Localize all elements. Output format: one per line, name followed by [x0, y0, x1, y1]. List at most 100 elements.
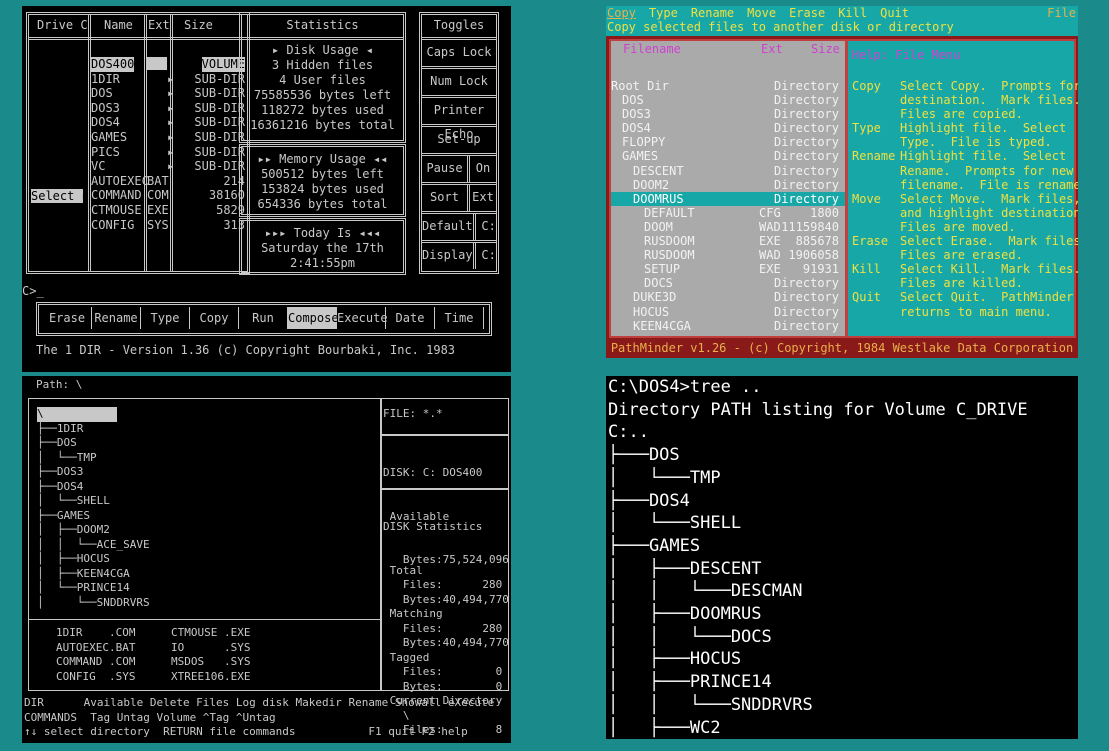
tree-row[interactable]: DEFAULT CFG 1800 — [611, 206, 845, 220]
output-line: C:.. — [608, 422, 649, 443]
file-entry[interactable]: AUTOEXEC.BAT — [56, 641, 135, 656]
help-key: Erase — [852, 234, 889, 249]
file-entry[interactable]: 1DIR .COM — [56, 626, 135, 641]
menu-rename[interactable]: Rename — [691, 6, 734, 21]
file-size: SUB-DIR — [194, 129, 245, 144]
tree-node[interactable]: ├──DOS3 — [37, 465, 150, 480]
cmd-erase-button[interactable]: Erase — [43, 307, 92, 329]
tree-size: 1800 — [810, 205, 839, 220]
tree-row[interactable]: DOS4 Directory — [611, 121, 845, 135]
cmd-execute-button[interactable]: Execute — [337, 307, 388, 329]
cmd-type-button[interactable]: Type — [141, 307, 190, 329]
menu-quit[interactable]: Quit — [880, 6, 909, 21]
tree-node[interactable]: │ └──SNDDRVRS — [37, 596, 150, 611]
tree-node[interactable]: │ ├──HOCUS — [37, 552, 150, 567]
select-button[interactable]: Select ▸ — [31, 189, 89, 203]
file-row[interactable]: ▸ GAMES SUB-DIR — [91, 130, 249, 145]
memory-usage-title: ▸▸ Memory Usage ◂◂ — [257, 152, 388, 166]
cmd-rename-button[interactable]: Rename — [92, 307, 141, 329]
toggle-ext-value[interactable]: Ext — [467, 185, 496, 211]
help-line: Files are copied. — [852, 107, 1072, 121]
file-entry[interactable]: CONFIG .SYS — [56, 670, 135, 685]
memory-usage-box: ▸▸ Memory Usage ◂◂ 500512 bytes left 153… — [239, 144, 406, 217]
toggle-default[interactable]: Default — [422, 214, 473, 240]
file-row[interactable]: CTMOUSE EXE 5829 — [91, 203, 249, 218]
tree-row[interactable]: DOOM WAD 11159840 — [611, 220, 845, 234]
tree-row[interactable]: FLOPPY Directory — [611, 135, 845, 149]
tree-row[interactable]: DOS Directory — [611, 93, 845, 107]
tree-row[interactable]: DOOM2 Directory — [611, 178, 845, 192]
tree-node[interactable]: │ └──SHELL — [37, 494, 150, 509]
file-row[interactable]: COMMAND COM 38160 — [91, 188, 249, 203]
help-item-kill: Kill Select Kill. Mark files. Files are ki… — [852, 262, 1078, 290]
tree-row[interactable]: DUKE3D Directory — [611, 290, 845, 304]
file-entry[interactable]: MSDOS .SYS — [171, 655, 250, 670]
toggle-pause[interactable]: Pause — [422, 156, 467, 182]
file-row[interactable]: ▸ DOS SUB-DIR — [91, 86, 249, 101]
menu-erase[interactable]: Erase — [789, 6, 825, 21]
menu-copy[interactable]: Copy — [607, 6, 636, 21]
menu-move[interactable]: Move — [747, 6, 776, 21]
file-row[interactable]: AUTOEXEC BAT 214 — [91, 174, 249, 189]
cmd-copy-button[interactable]: Copy — [190, 307, 239, 329]
cmd-run-button[interactable]: Run — [239, 307, 288, 329]
menu-file[interactable]: File — [1047, 6, 1076, 21]
file-row[interactable]: ▸ 1DIR SUB-DIR — [91, 72, 249, 87]
tree-row[interactable]: DESCENT Directory — [611, 164, 845, 178]
toggle-c--value[interactable]: C: — [472, 243, 502, 269]
file-row[interactable]: ▸ DOS4 SUB-DIR — [91, 115, 249, 130]
file-entry[interactable]: XTREE106.EXE — [171, 670, 250, 685]
tree-size: Directory — [773, 121, 839, 136]
tree-row[interactable]: GAMES Directory — [611, 149, 845, 163]
mem-line-used: 153824 bytes used — [261, 182, 384, 196]
cmd-date-button[interactable]: Date — [386, 307, 435, 329]
tree-row[interactable]: Root Dir Directory — [611, 79, 845, 93]
toggle-on-value[interactable]: On — [467, 156, 496, 182]
tree-node[interactable]: │ └──PRINCE14 — [37, 581, 150, 596]
help-line: filename. File is renamed — [852, 178, 1078, 192]
tree-row[interactable]: DOOMRUS Directory — [611, 191, 845, 206]
toggle-c--value[interactable]: C: — [472, 214, 502, 240]
file-entry[interactable]: CTMOUSE .EXE — [171, 626, 250, 641]
file-entry[interactable]: COMMAND .COM — [56, 655, 135, 670]
toggle-num-lock[interactable]: Num Lock — [422, 69, 496, 95]
file-row[interactable]: DOS400 VOLUME — [91, 57, 249, 72]
tree-row[interactable]: RUSDOOM WAD 1906058 — [611, 248, 845, 262]
toggle-set-up[interactable]: Set-up — [422, 127, 496, 153]
tree-row[interactable]: HOCUS Directory — [611, 305, 845, 319]
tree-row[interactable]: DOCS Directory — [611, 276, 845, 290]
tree-node[interactable]: │ └──TMP — [37, 451, 150, 466]
toggle-printer-echo[interactable]: Printer Echo — [422, 98, 496, 141]
tree-node[interactable]: ├──DOS4 — [37, 480, 150, 495]
toggle-sort[interactable]: Sort — [422, 185, 467, 211]
toggles-title: Toggles — [433, 18, 485, 32]
file-name: DOS3 — [91, 100, 120, 115]
file-row[interactable]: ▸ VC SUB-DIR — [91, 159, 249, 174]
toggle-display[interactable]: Display — [422, 243, 473, 269]
help-text: Select Kill. Mark files. — [900, 262, 1078, 277]
command-prompt[interactable]: C>_ — [22, 284, 44, 298]
help-line: Quit Select Quit. PathMinder — [852, 290, 1073, 304]
tree-node[interactable]: │ ├──DOOM2 — [37, 523, 150, 538]
disk-line-total: 16361216 bytes total — [250, 118, 395, 132]
tree-row[interactable]: DOS3 Directory — [611, 107, 845, 121]
menu-kill[interactable]: Kill — [838, 6, 867, 21]
toggle-caps-lock[interactable]: Caps Lock — [422, 40, 496, 66]
file-row[interactable]: CONFIG SYS 313 — [91, 218, 249, 233]
menu-type[interactable]: Type — [649, 6, 678, 21]
tree-node[interactable]: ├──DOS — [37, 436, 150, 451]
cmd-compose-button[interactable]: Compose — [288, 307, 339, 329]
tree-row[interactable]: RUSDOOM EXE 885678 — [611, 234, 845, 248]
file-row[interactable]: ▸ PICS SUB-DIR — [91, 145, 249, 160]
tree-node[interactable]: ├──GAMES — [37, 509, 150, 524]
tree-row[interactable]: SETUP EXE 91931 — [611, 262, 845, 276]
file-row[interactable]: ▸ DOS3 SUB-DIR — [91, 101, 249, 116]
tree-row[interactable]: KEEN4CGA Directory — [611, 319, 845, 333]
file-entry[interactable]: IO .SYS — [171, 641, 250, 656]
tree-node[interactable]: │ ├──KEEN4CGA — [37, 567, 150, 582]
tree-node[interactable]: │ │ └──ACE_SAVE — [37, 538, 150, 553]
tree-node[interactable]: \ — [37, 407, 117, 422]
cmd-time-button[interactable]: Time — [435, 307, 484, 329]
dir-arrow-icon: ▸ — [167, 71, 175, 86]
tree-node[interactable]: ├──1DIR — [37, 422, 150, 437]
